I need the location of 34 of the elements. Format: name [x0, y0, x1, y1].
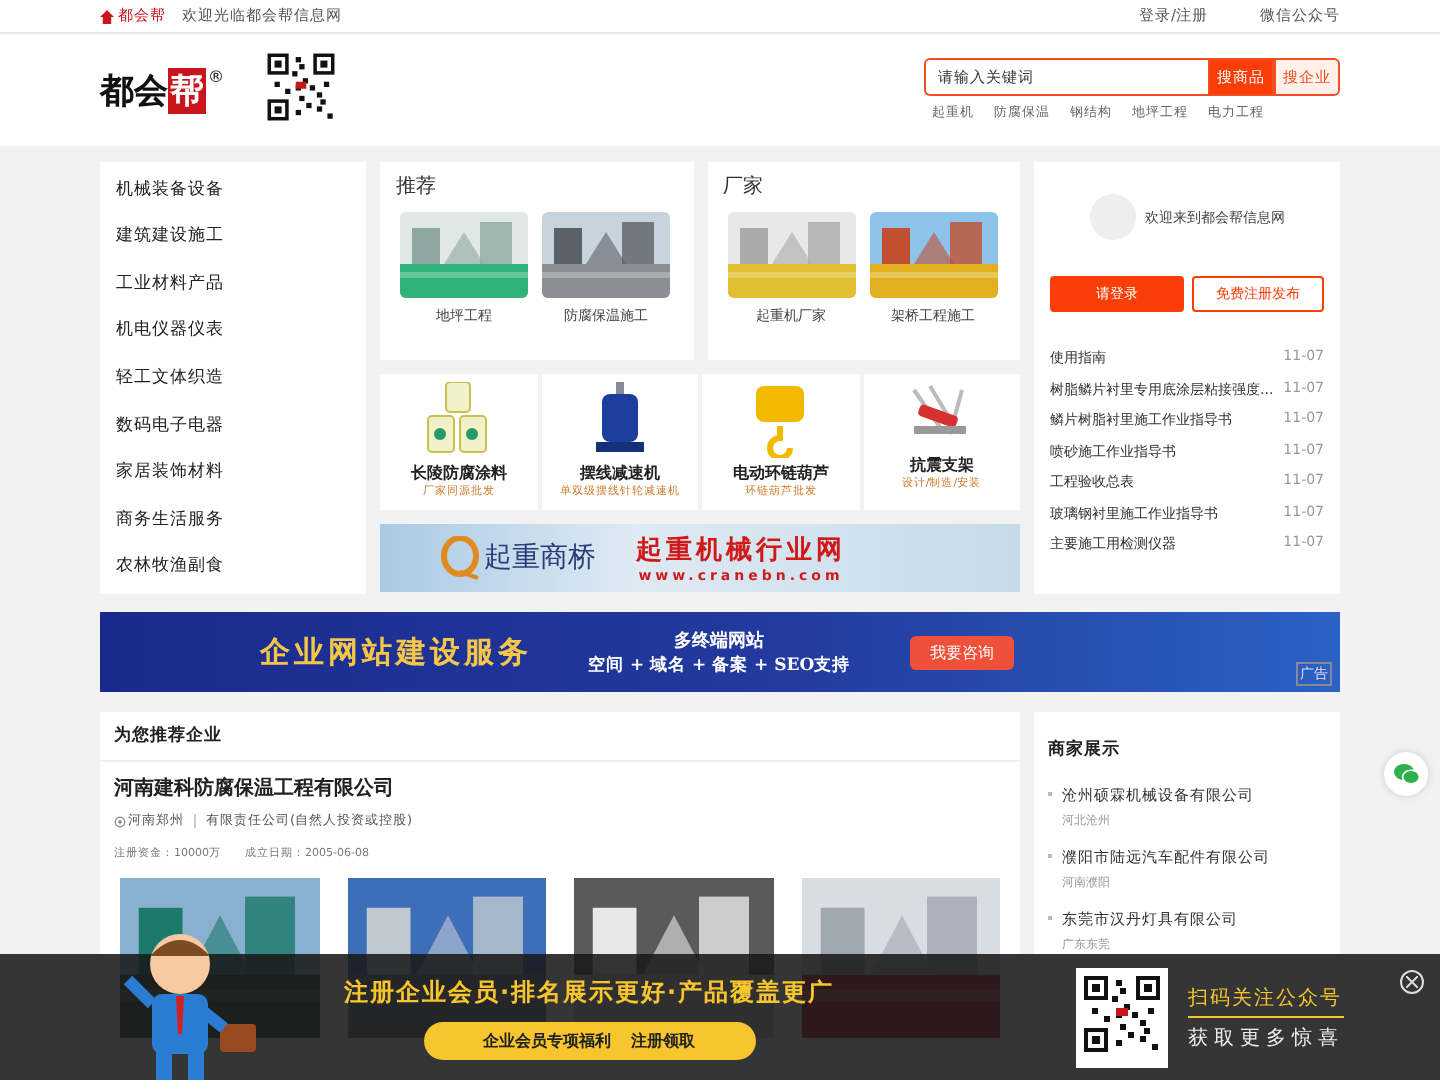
section-title: 为您推荐企业 — [114, 726, 222, 746]
qr-code — [264, 49, 338, 123]
category-link[interactable]: 机电仪器仪表 — [116, 318, 350, 343]
q-logo-icon — [440, 536, 480, 580]
banner-text: 空间 + 域名 + 备案 + SEO支持 — [588, 653, 851, 677]
card-title: 厂家 — [723, 173, 765, 200]
gear-reducer-icon — [593, 382, 646, 458]
chat-icon — [1393, 762, 1419, 786]
category-link[interactable]: 数码电子电器 — [116, 413, 350, 437]
banner-title: 企业网站建设服务 — [260, 633, 532, 671]
promo-headline: 注册企业会员·排名展示更好·产品覆盖更广 — [344, 975, 835, 1009]
company-name[interactable]: 河南建科防腐保温工程有限公司 — [114, 774, 1006, 802]
category-link[interactable]: 轻工文体织造 — [116, 365, 350, 390]
category-link[interactable]: 建筑建设施工 — [116, 224, 350, 249]
category-link[interactable]: 农林牧渔副食 — [116, 554, 350, 579]
close-icon — [1406, 976, 1418, 988]
qr-title: 扫码关注公众号 — [1188, 983, 1344, 1017]
category-link[interactable]: 机械装备设备 — [116, 177, 350, 202]
location-icon — [114, 815, 126, 827]
paint-buckets-icon — [424, 382, 493, 458]
consult-button[interactable]: 我要咨询 — [910, 635, 1015, 669]
chat-button[interactable] — [1384, 752, 1428, 796]
qr-subtitle: 获取更多惊喜 — [1188, 1025, 1344, 1051]
banner-text: 起重商桥 — [484, 540, 596, 576]
card-title: 推荐 — [396, 173, 438, 200]
section-title: 商家展示 — [1048, 740, 1120, 760]
register-promo-button[interactable]: 企业会员专项福利 注册领取 — [423, 1021, 756, 1059]
category-link[interactable]: 商务生活服务 — [116, 507, 350, 532]
banner-text: 多终端网站 — [674, 628, 765, 653]
banner-title: 起重机械行业网 — [636, 533, 846, 568]
logo[interactable]: 都会帮® — [100, 67, 224, 113]
category-link[interactable]: 家居装饰材料 — [116, 460, 350, 485]
category-link[interactable]: 工业材料产品 — [116, 271, 350, 296]
close-button[interactable] — [1400, 970, 1424, 994]
